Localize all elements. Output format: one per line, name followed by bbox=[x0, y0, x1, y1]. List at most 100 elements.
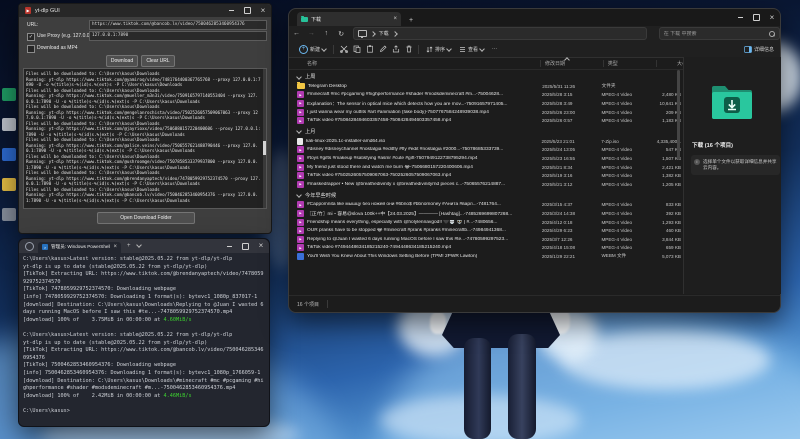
ytdlp-titlebar[interactable]: ▶ yt-dlp GUI bbox=[19, 4, 271, 17]
file-name: #minecraft #mc #pcgaming #highperformanc… bbox=[307, 92, 542, 97]
breadcrumb-downloads[interactable]: 下载 bbox=[379, 30, 389, 37]
table-row[interactable]: ▶TikTok video #7508428494603357458-75084… bbox=[289, 116, 681, 125]
explorer-tabbar[interactable]: 下载 + bbox=[289, 9, 780, 26]
close-button[interactable] bbox=[764, 9, 780, 26]
table-row[interactable]: ▶OUR pranks have to be stopped 😂 #minecr… bbox=[289, 226, 681, 235]
list-scrollbar[interactable] bbox=[677, 70, 680, 294]
breadcrumb[interactable]: 下载 bbox=[353, 27, 647, 40]
terminal-tabbar[interactable]: > 管理员: Windows PowerShell + bbox=[19, 239, 269, 253]
more-options-button[interactable]: ··· bbox=[488, 43, 501, 55]
desktop-icon-vlc[interactable] bbox=[2, 148, 16, 161]
this-pc-icon bbox=[358, 30, 367, 37]
share-button[interactable] bbox=[389, 43, 402, 55]
proxy-input[interactable]: 127.0.0.1:7890 bbox=[89, 31, 267, 41]
back-button[interactable]: ← bbox=[289, 30, 304, 37]
desktop-icon-gray[interactable] bbox=[2, 208, 16, 221]
terminal-line: [download] 100% of 3.75MiB in 00:00:00 a… bbox=[23, 317, 265, 325]
terminal-line: [TikTok] 7478059929752374570: Downloadin… bbox=[23, 286, 265, 294]
refresh-button[interactable]: ↻ bbox=[334, 30, 349, 38]
table-row[interactable]: ▶#Сappomnita like мышцу без ножей они #6… bbox=[289, 201, 681, 210]
table-row[interactable]: ▶〖正!竹〗mi・容易@slova 100k++中【24.03.2025】———… bbox=[289, 209, 681, 218]
column-type[interactable]: 类型 bbox=[604, 60, 656, 67]
group-header[interactable]: 今年早些时候 bbox=[297, 191, 681, 200]
chevron-down-icon bbox=[296, 74, 302, 80]
open-download-folder-button[interactable]: Open Download Folder bbox=[97, 212, 195, 224]
minimize-button[interactable] bbox=[221, 239, 237, 253]
view-button[interactable]: 查看 bbox=[455, 43, 488, 55]
file-type: MPEG-4 Video bbox=[601, 220, 650, 225]
list-scrollbar-thumb[interactable] bbox=[677, 70, 680, 160]
paste-button[interactable] bbox=[363, 43, 376, 55]
copy-button[interactable] bbox=[350, 43, 363, 55]
file-name: TikTok video #7508428494603357458-750842… bbox=[307, 118, 542, 123]
new-tab-button[interactable]: + bbox=[409, 17, 413, 24]
clear-url-button[interactable]: Clear URL bbox=[141, 55, 175, 67]
column-name[interactable]: 名称 bbox=[307, 60, 540, 67]
explorer-tab[interactable]: 下载 bbox=[297, 12, 401, 26]
explorer-statusbar: 16 个项目 bbox=[289, 295, 780, 312]
new-tab-button[interactable]: + bbox=[127, 243, 131, 249]
desktop-icon-excel[interactable] bbox=[2, 88, 16, 101]
maximize-button[interactable] bbox=[239, 4, 255, 17]
up-button[interactable]: ↑ bbox=[319, 30, 334, 37]
file-name: #toys #gifts #makeup #satisfying #asmr #… bbox=[307, 156, 542, 161]
tab-close-icon[interactable] bbox=[393, 16, 397, 22]
tab-close-icon[interactable] bbox=[113, 244, 117, 250]
terminal-line: C:\Users\kasus>Latest version: stable@20… bbox=[23, 256, 265, 264]
table-row[interactable]: ▶#maskedrapper • New @breathedivinity x … bbox=[289, 180, 681, 189]
maximize-icon bbox=[244, 7, 251, 14]
table-row[interactable]: ▶Replying to @Juan I wasted 6 days runni… bbox=[289, 235, 681, 244]
tab-dropdown-button[interactable] bbox=[137, 243, 141, 249]
table-row[interactable]: Telegram Desktop2025/5/31 11:26文件夹 bbox=[289, 82, 681, 91]
close-button[interactable] bbox=[253, 239, 269, 253]
video-icon: ▶ bbox=[297, 146, 304, 153]
maximize-button[interactable] bbox=[748, 9, 764, 26]
file-name: OUR pranks have to be stopped 😂 #minecra… bbox=[307, 228, 542, 233]
file-name: #disney #disneychannel #nostalgia #editf… bbox=[307, 147, 542, 152]
terminal-tab[interactable]: > 管理员: Windows PowerShell bbox=[38, 242, 121, 253]
file-date: 2025/5/21 3:12 bbox=[542, 182, 602, 187]
table-row[interactable]: kali-linux-2025.1c-installer-amd64.iso20… bbox=[289, 137, 681, 146]
desktop-icon-folder[interactable] bbox=[2, 178, 16, 191]
group-header[interactable]: 上周 bbox=[297, 72, 681, 81]
forward-button[interactable]: → bbox=[304, 30, 319, 37]
delete-button[interactable] bbox=[402, 43, 415, 55]
close-button[interactable] bbox=[255, 4, 271, 17]
url-input[interactable]: https://www.tiktok.com/@bancob.lv/video/… bbox=[89, 20, 267, 30]
sort-button[interactable]: 排序 bbox=[422, 43, 455, 55]
table-row[interactable]: ▶TikTok video #7502526057509067063-75025… bbox=[289, 171, 681, 180]
table-row[interactable]: ▶I just wanna wear my outfits #art #anim… bbox=[289, 108, 681, 117]
minimize-button[interactable] bbox=[732, 9, 748, 26]
minimize-button[interactable] bbox=[223, 4, 239, 17]
search-box[interactable] bbox=[659, 27, 780, 40]
file-name: Replying to @Juan I wasted 6 days runnin… bbox=[307, 237, 542, 242]
terminal-tab-title: 管理员: Windows PowerShell bbox=[51, 244, 110, 250]
use-proxy-checkbox[interactable]: ✓ bbox=[27, 33, 35, 41]
table-row[interactable]: You'll Wish You Knew About This Windows … bbox=[289, 252, 681, 261]
log-scrollbar[interactable] bbox=[263, 69, 266, 208]
details-pane: 下载 (16 个项目) i 选择单个文件以获取详细信息并共享云内容。 bbox=[683, 57, 781, 294]
ytdlp-log-area[interactable]: Files will be downloaded to: C:\Users\ka… bbox=[23, 68, 267, 209]
table-row[interactable]: ▶#minecraft #mc #pcgaming #highperforman… bbox=[289, 91, 681, 100]
cut-button[interactable] bbox=[337, 43, 350, 55]
desktop-icon-app[interactable] bbox=[2, 118, 16, 131]
column-date[interactable]: 修改日期 bbox=[541, 60, 603, 67]
table-row[interactable]: ▶#toys #gifts #makeup #satisfying #asmr … bbox=[289, 154, 681, 163]
terminal-output[interactable]: C:\Users\kasus>Latest version: stable@20… bbox=[23, 256, 265, 422]
group-header[interactable]: 上月 bbox=[297, 127, 681, 136]
powershell-icon: > bbox=[42, 244, 48, 250]
new-button[interactable]: + 新建 bbox=[295, 43, 330, 55]
rename-button[interactable] bbox=[376, 43, 389, 55]
chevron-down-icon bbox=[296, 129, 302, 135]
table-row[interactable]: ▶#disney #disneychannel #nostalgia #edit… bbox=[289, 146, 681, 155]
details-pane-toggle[interactable]: 详细信息 bbox=[744, 46, 774, 53]
table-row[interactable]: ▶Friendship means everything, especially… bbox=[289, 218, 681, 227]
search-input[interactable] bbox=[664, 31, 769, 37]
download-button[interactable]: Download bbox=[106, 55, 138, 67]
table-row[interactable]: ▶Explanation：The sensor in optical mice … bbox=[289, 99, 681, 108]
download-mp4-checkbox[interactable] bbox=[27, 45, 35, 53]
table-row[interactable]: ▶My friend just stood there and watch me… bbox=[289, 163, 681, 172]
table-row[interactable]: ▶TikTok video #7494448634185215240-74944… bbox=[289, 244, 681, 253]
maximize-button[interactable] bbox=[237, 239, 253, 253]
log-scrollbar-thumb[interactable] bbox=[263, 141, 266, 155]
